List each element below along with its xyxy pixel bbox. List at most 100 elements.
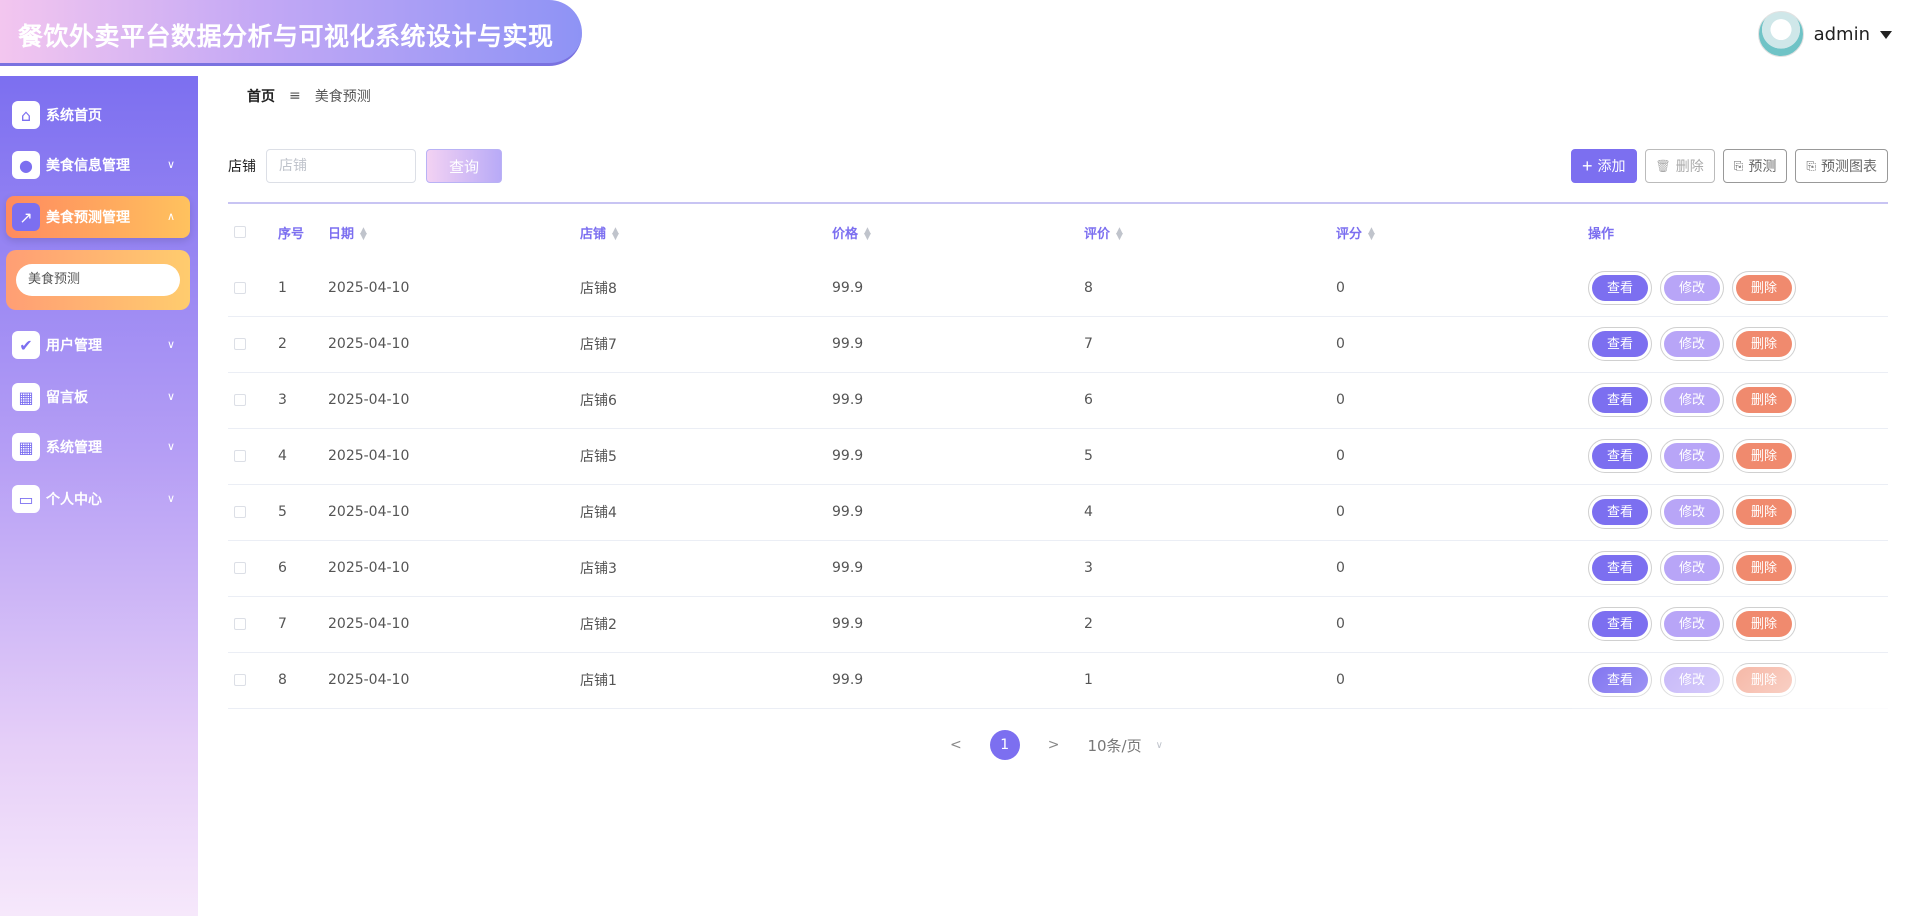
predict-chart-button[interactable]: ⎘ 预测图表 <box>1795 149 1888 183</box>
table-row[interactable]: 5 2025-04-10 店铺4 99.9 4 0 查看 修改 删除 <box>228 484 1888 541</box>
column-header-review[interactable]: 评价 ▲ ▼ <box>1084 204 1336 260</box>
edit-button[interactable]: 修改 <box>1660 383 1724 417</box>
page-number-current[interactable]: 1 <box>989 730 1020 760</box>
row-select-cell[interactable] <box>228 596 278 653</box>
row-select-cell[interactable] <box>228 484 278 541</box>
next-page-button[interactable]: > <box>1048 737 1060 753</box>
delete-button[interactable]: 删除 <box>1732 551 1796 585</box>
sidebar-item-food-info[interactable]: ● 美食信息管理 ∨ <box>6 144 190 186</box>
row-select-cell[interactable] <box>228 316 278 373</box>
view-button[interactable]: 查看 <box>1588 495 1652 529</box>
delete-button[interactable]: 删除 <box>1732 270 1796 305</box>
delete-button[interactable]: 删除 <box>1732 607 1796 641</box>
edit-button[interactable]: 修改 <box>1660 327 1724 361</box>
select-all-checkbox[interactable] <box>234 226 246 238</box>
row-checkbox[interactable] <box>234 618 246 630</box>
column-header-date[interactable]: 日期 ▲ ▼ <box>328 204 580 260</box>
row-checkbox[interactable] <box>234 338 246 350</box>
cell-price: 99.9 <box>832 260 1084 317</box>
column-header-score-label: 评分 <box>1336 226 1363 242</box>
row-select-cell[interactable] <box>228 372 278 429</box>
row-checkbox[interactable] <box>234 506 246 518</box>
edit-button[interactable]: 修改 <box>1660 551 1724 585</box>
row-select-cell[interactable] <box>228 652 278 709</box>
home-icon: ⌂ <box>12 101 40 129</box>
cell-no: 6 <box>278 540 328 597</box>
sort-icon[interactable]: ▲ ▼ <box>864 227 871 242</box>
sidebar-item-food-forecast[interactable]: ↗ 美食预测管理 ∧ <box>6 196 190 238</box>
sort-icon[interactable]: ▲ ▼ <box>1368 227 1375 242</box>
view-button[interactable]: 查看 <box>1588 327 1652 361</box>
row-checkbox[interactable] <box>234 562 246 574</box>
add-button[interactable]: + 添加 <box>1571 149 1637 183</box>
delete-button[interactable]: 删除 <box>1732 327 1796 361</box>
delete-button-label: 删除 <box>1675 158 1704 174</box>
view-button[interactable]: 查看 <box>1588 383 1652 417</box>
view-button[interactable]: 查看 <box>1588 270 1652 305</box>
row-select-cell[interactable] <box>228 540 278 597</box>
cell-shop: 店铺2 <box>580 596 832 653</box>
delete-button[interactable]: 删除 <box>1732 495 1796 529</box>
edit-button[interactable]: 修改 <box>1660 663 1724 697</box>
batch-delete-button[interactable]: 🗑 删除 <box>1644 149 1715 183</box>
chevron-down-icon: ∨ <box>166 338 176 351</box>
table-row[interactable]: 3 2025-04-10 店铺6 99.9 6 0 查看 修改 删除 <box>228 372 1888 429</box>
avatar[interactable] <box>1757 11 1804 57</box>
cell-shop: 店铺7 <box>580 316 832 373</box>
edit-button-label: 修改 <box>1664 331 1720 357</box>
delete-button-label: 删除 <box>1736 274 1792 301</box>
predict-button[interactable]: ⎘ 预测 <box>1722 149 1788 183</box>
view-button[interactable]: 查看 <box>1588 439 1652 473</box>
query-button[interactable]: 查询 <box>426 149 502 183</box>
page-size-select[interactable]: 10条/页 ∨ <box>1087 735 1162 756</box>
user-menu[interactable]: admin <box>1757 8 1892 60</box>
delete-button[interactable]: 删除 <box>1732 663 1796 697</box>
submenu-item-food-forecast[interactable]: 美食预测 <box>16 264 180 296</box>
cell-actions: 查看 修改 删除 <box>1588 428 1888 485</box>
table-row[interactable]: 8 2025-04-10 店铺1 99.9 1 0 查看 修改 删除 <box>228 652 1888 709</box>
view-button[interactable]: 查看 <box>1588 663 1652 697</box>
caret-down-icon[interactable] <box>1880 31 1892 39</box>
table-row[interactable]: 1 2025-04-10 店铺8 99.9 8 0 查看 修改 删除 <box>228 260 1888 317</box>
table-row[interactable]: 2 2025-04-10 店铺7 99.9 7 0 查看 修改 删除 <box>228 316 1888 373</box>
column-header-price[interactable]: 价格 ▲ ▼ <box>832 204 1084 260</box>
table-row[interactable]: 7 2025-04-10 店铺2 99.9 2 0 查看 修改 删除 <box>228 596 1888 653</box>
cell-price: 99.9 <box>832 484 1084 541</box>
sidebar-item-profile[interactable]: ▭ 个人中心 ∨ <box>6 478 190 520</box>
view-button[interactable]: 查看 <box>1588 607 1652 641</box>
cell-actions: 查看 修改 删除 <box>1588 484 1888 541</box>
sidebar-item-users[interactable]: ✔ 用户管理 ∨ <box>6 324 190 366</box>
sidebar-item-system[interactable]: ▦ 系统管理 ∨ <box>6 426 190 468</box>
column-header-shop[interactable]: 店铺 ▲ ▼ <box>580 204 832 260</box>
prev-page-button[interactable]: < <box>950 737 962 753</box>
edit-button[interactable]: 修改 <box>1660 607 1724 641</box>
row-checkbox[interactable] <box>234 394 246 406</box>
cell-review: 6 <box>1084 372 1336 429</box>
column-header-score[interactable]: 评分 ▲ ▼ <box>1336 204 1588 260</box>
table-row[interactable]: 6 2025-04-10 店铺3 99.9 3 0 查看 修改 删除 <box>228 540 1888 597</box>
row-checkbox[interactable] <box>234 450 246 462</box>
chevron-down-icon: ∨ <box>166 440 176 453</box>
row-select-cell[interactable] <box>228 260 278 317</box>
shop-search-input[interactable] <box>266 149 416 183</box>
sort-icon[interactable]: ▲ ▼ <box>1116 227 1123 242</box>
view-button[interactable]: 查看 <box>1588 551 1652 585</box>
row-checkbox[interactable] <box>234 281 246 294</box>
table-row[interactable]: 4 2025-04-10 店铺5 99.9 5 0 查看 修改 删除 <box>228 428 1888 485</box>
sidebar-item-home[interactable]: ⌂ 系统首页 <box>6 94 190 136</box>
row-checkbox[interactable] <box>234 674 246 686</box>
delete-button[interactable]: 删除 <box>1732 383 1796 417</box>
edit-button[interactable]: 修改 <box>1660 439 1724 473</box>
chevron-down-icon: ∨ <box>1155 739 1163 751</box>
edit-button[interactable]: 修改 <box>1660 495 1724 529</box>
edit-button[interactable]: 修改 <box>1660 270 1724 305</box>
username[interactable]: admin <box>1814 24 1870 45</box>
sort-icon[interactable]: ▲ ▼ <box>360 227 367 242</box>
select-all-cell[interactable] <box>228 204 278 260</box>
sidebar-item-message-board[interactable]: ▦ 留言板 ∨ <box>6 376 190 418</box>
cell-price: 99.9 <box>832 652 1084 709</box>
breadcrumb-home[interactable]: 首页 <box>247 86 275 106</box>
row-select-cell[interactable] <box>228 428 278 485</box>
delete-button[interactable]: 删除 <box>1732 439 1796 473</box>
sort-icon[interactable]: ▲ ▼ <box>612 227 619 242</box>
